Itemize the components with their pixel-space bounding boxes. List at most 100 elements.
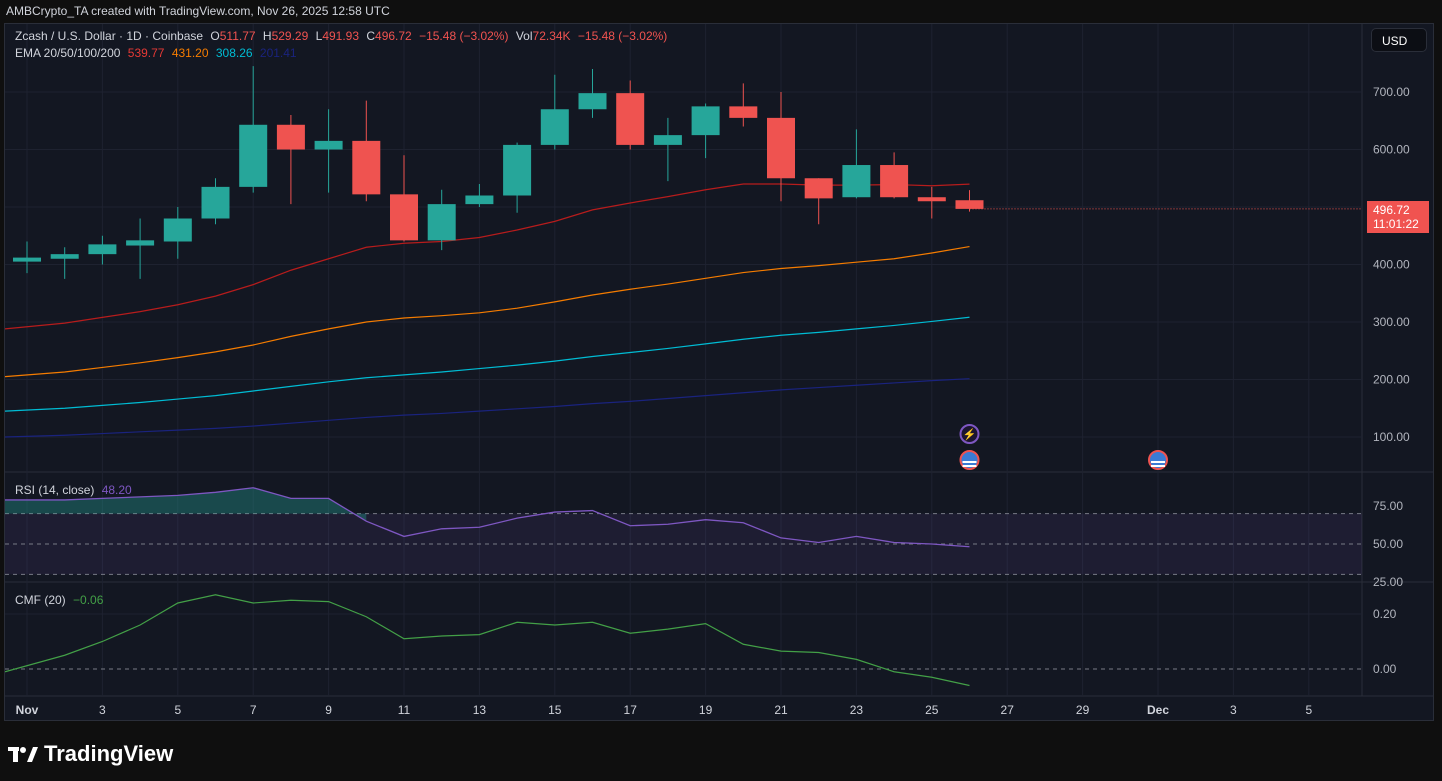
candle-body: [163, 218, 192, 242]
flag-stripe: [962, 461, 977, 463]
last-price: 496.72: [1373, 203, 1410, 217]
cmf-line: [5, 594, 970, 687]
chart-credit: AMBCrypto_TA created with TradingView.co…: [6, 4, 390, 18]
candle-body: [352, 140, 381, 195]
flag-stripe: [1151, 461, 1165, 463]
price-tick-label: 100.00: [1373, 430, 1410, 444]
x-tick-label: 27: [1001, 703, 1015, 717]
candle-body: [314, 140, 343, 150]
x-tick-label: 3: [99, 703, 106, 717]
candle-body: [917, 197, 946, 202]
ema20-value: 539.77: [127, 46, 165, 60]
x-tick-label: 21: [774, 703, 788, 717]
x-tick-label: 19: [699, 703, 713, 717]
flag-stripe: [1151, 465, 1165, 467]
candle-body: [126, 240, 155, 246]
candle-body: [88, 244, 117, 255]
rsi-tick-label: 25.00: [1373, 575, 1403, 589]
candle-body: [540, 109, 569, 145]
low-value: 491.93: [322, 29, 360, 43]
cmf-label[interactable]: CMF (20): [15, 593, 66, 607]
volume-change: −15.48 (−3.02%): [577, 29, 668, 43]
candle-body: [767, 117, 795, 179]
price-tick-label: 300.00: [1373, 315, 1410, 329]
change-value: −15.48 (−3.02%): [419, 29, 509, 43]
candle-body: [465, 195, 494, 205]
x-tick-label: 7: [250, 703, 257, 717]
logo-text: TradingView: [44, 741, 174, 766]
currency-button[interactable]: USD: [1371, 28, 1427, 52]
candle-body: [691, 106, 720, 136]
price-tick-label: 700.00: [1373, 85, 1410, 99]
x-tick-label: 3: [1230, 703, 1237, 717]
ema100-value: 308.26: [215, 46, 253, 60]
symbol-title[interactable]: Zcash / U.S. Dollar · 1D · Coinbase: [15, 29, 203, 43]
cmf-value: −0.06: [73, 593, 104, 607]
x-tick-label: 13: [473, 703, 487, 717]
ema-line-100: [5, 316, 970, 412]
lightning-event-icon-glyph: ⚡: [963, 428, 977, 441]
rsi-value: 48.20: [101, 483, 132, 497]
flag-stripe: [962, 465, 977, 467]
rsi-legend: RSI (14, close) 48.20: [15, 483, 136, 497]
candle-body: [578, 93, 607, 110]
candle-body: [239, 124, 268, 187]
candle-body: [13, 257, 41, 262]
price-tick-label: 400.00: [1373, 258, 1410, 272]
x-tick-label: 23: [850, 703, 864, 717]
x-tick-label: 17: [624, 703, 638, 717]
x-tick-label: Nov: [16, 703, 39, 717]
ema200-value: 201.41: [259, 46, 297, 60]
candle-body: [842, 165, 871, 198]
symbol-legend: Zcash / U.S. Dollar · 1D · Coinbase O511…: [15, 29, 671, 43]
candle-body: [616, 93, 645, 145]
ema-line-200: [5, 378, 970, 438]
volume-label: Vol: [515, 29, 533, 43]
candle-body: [653, 135, 682, 145]
chart-canvas[interactable]: Nov 3 5 7 9 11 13 15 17 19 21 23 25 27 29 Dec 3 5 100.00 20…: [5, 24, 1435, 722]
rsi-tick-label: 50.00: [1373, 537, 1403, 551]
rsi-label[interactable]: RSI (14, close): [15, 483, 94, 497]
x-tick-label: 29: [1076, 703, 1090, 717]
ema50-value: 431.20: [171, 46, 209, 60]
cmf-tick-label: 0.20: [1373, 607, 1397, 621]
x-tick-label: 5: [1305, 703, 1312, 717]
ema-line-20: [5, 183, 970, 330]
candle-body: [390, 194, 418, 241]
candle-body: [50, 254, 79, 259]
rsi-tick-label: 75.00: [1373, 499, 1403, 513]
open-value: 511.77: [219, 29, 256, 43]
high-label: H: [262, 29, 272, 43]
candle-body: [427, 204, 456, 241]
cmf-tick-label: 0.00: [1373, 662, 1397, 676]
tradingview-logo-icon: [8, 747, 38, 762]
candle-body: [276, 124, 305, 150]
bar-countdown: 11:01:22: [1373, 217, 1419, 231]
x-tick-label: 5: [174, 703, 181, 717]
x-tick-label: 11: [398, 703, 411, 717]
candle-body: [729, 106, 758, 118]
candle-body: [804, 178, 833, 199]
chart-frame[interactable]: Nov 3 5 7 9 11 13 15 17 19 21 23 25 27 29 Dec 3 5 100.00 20…: [4, 23, 1434, 721]
close-label: C: [366, 29, 376, 43]
candle-body: [955, 200, 984, 209]
price-tick-label: 200.00: [1373, 373, 1410, 387]
high-value: 529.29: [271, 29, 309, 43]
x-tick-label: 15: [548, 703, 562, 717]
ema-legend: EMA 20/50/100/200 539.77 431.20 308.26 2…: [15, 46, 301, 60]
x-tick-label: 9: [325, 703, 332, 717]
x-tick-label: 25: [925, 703, 939, 717]
tradingview-logo[interactable]: TradingView: [8, 741, 173, 767]
open-label: O: [210, 29, 220, 43]
cmf-legend: CMF (20) −0.06: [15, 593, 107, 607]
last-price-tag: 496.72 11:01:22: [1367, 201, 1429, 233]
x-tick-label: Dec: [1147, 703, 1169, 717]
candle-body: [503, 144, 532, 196]
close-value: 496.72: [375, 29, 412, 43]
ema-line-50: [5, 245, 970, 378]
volume-value: 72.34K: [532, 29, 571, 43]
candle-body: [201, 186, 230, 219]
price-tick-label: 600.00: [1373, 143, 1410, 157]
candle-body: [880, 165, 909, 198]
ema-label[interactable]: EMA 20/50/100/200: [15, 46, 120, 60]
